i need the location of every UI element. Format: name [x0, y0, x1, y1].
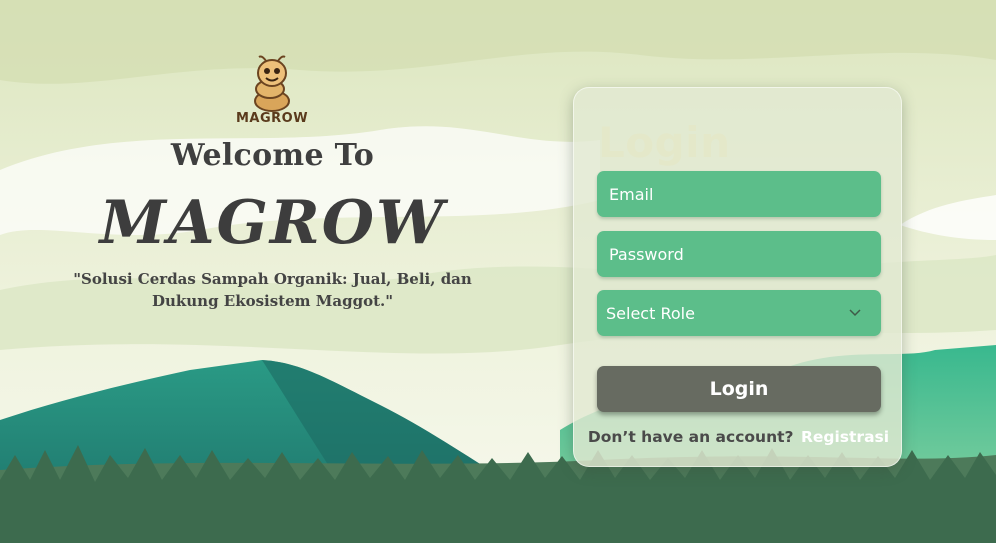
email-field[interactable] [597, 171, 881, 217]
maggot-mascot-icon [254, 55, 290, 112]
role-select-value: Select Role [606, 304, 695, 323]
brand-logo: MAGROW [236, 55, 308, 129]
app-title: MAGROW [99, 188, 446, 258]
login-card: Login Select Role Login Don’t have an ac… [573, 87, 902, 467]
login-heading: Login [598, 118, 731, 167]
tagline: "Solusi Cerdas Sampah Organik: Jual, Bel… [73, 270, 472, 310]
signup-text: Don’t have an account? [587, 428, 794, 446]
signup-prompt: Don’t have an account? Registrasi [574, 428, 903, 446]
login-button[interactable]: Login [597, 366, 881, 412]
brand-section: MAGROW Welcome To MAGROW "Solusi Cerdas … [0, 0, 545, 330]
chevron-down-icon [849, 309, 861, 317]
role-select[interactable]: Select Role [597, 290, 881, 336]
register-link[interactable]: Registrasi [801, 428, 889, 446]
password-field[interactable] [597, 231, 881, 277]
welcome-heading: Welcome To [170, 138, 375, 173]
logo-wordmark: MAGROW [236, 111, 309, 126]
